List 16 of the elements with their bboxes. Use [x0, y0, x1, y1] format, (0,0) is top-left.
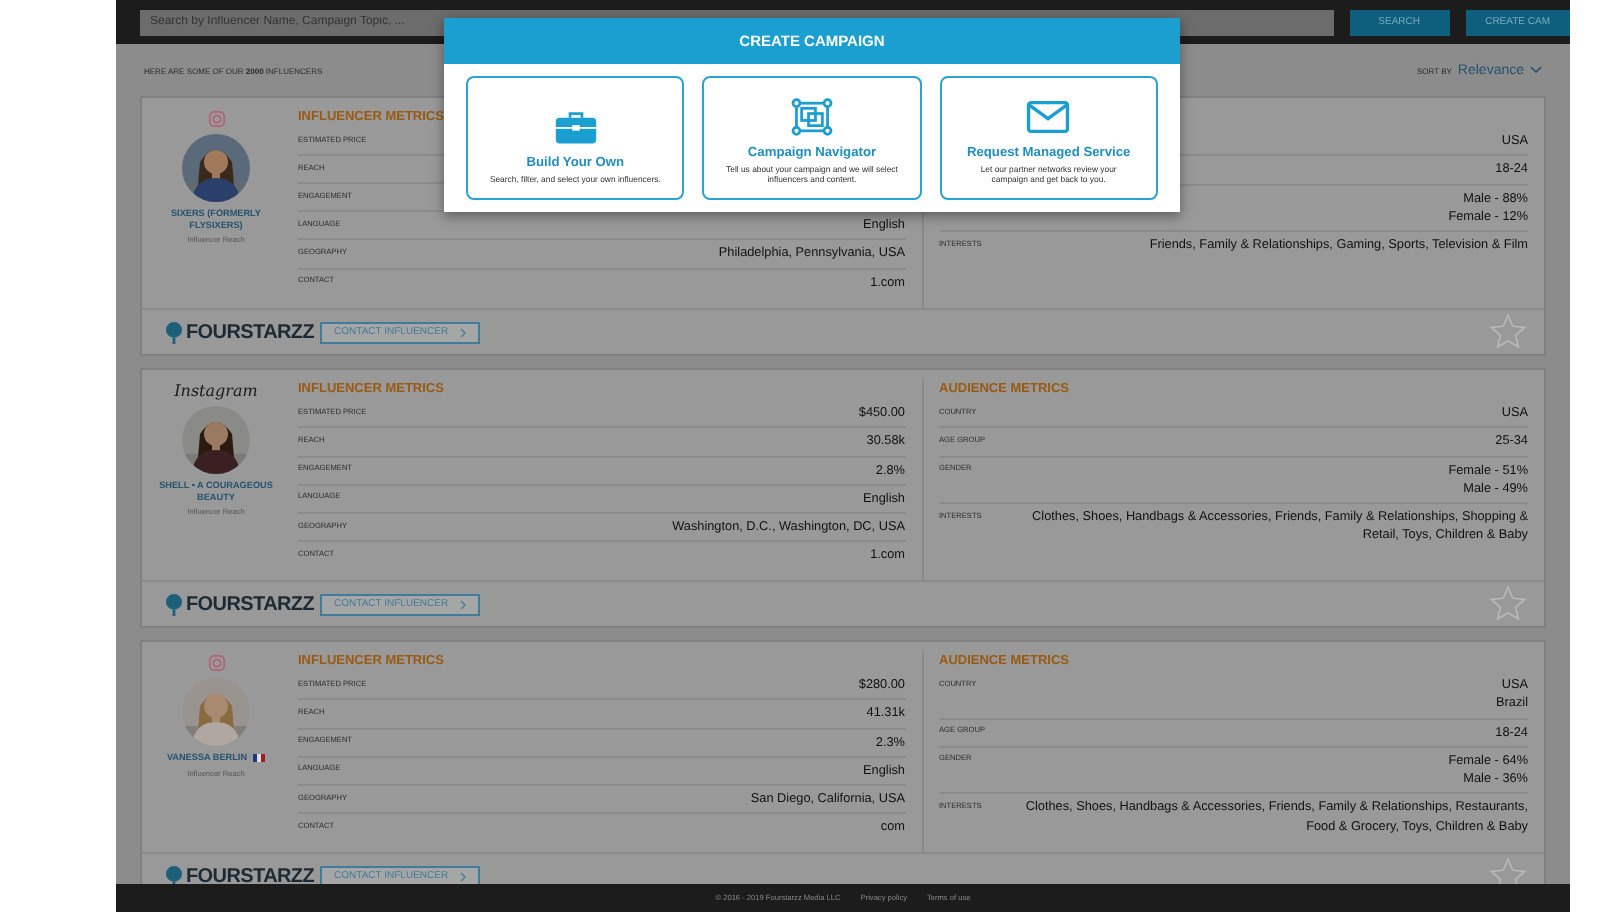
brand-logo: FOURSTARZZ	[166, 865, 315, 884]
brand-logo: FOURSTARZZ	[166, 593, 315, 615]
star-icon[interactable]	[1488, 312, 1528, 352]
briefcase-icon	[553, 108, 598, 147]
envelope-icon	[1026, 97, 1071, 136]
chevron-down-icon	[1530, 66, 1542, 74]
frame-squares-icon	[789, 97, 834, 136]
chevron-right-icon	[460, 599, 467, 609]
camera-icon	[207, 110, 225, 128]
chevron-right-icon	[460, 327, 467, 337]
camera-icon	[207, 654, 225, 672]
star-icon[interactable]	[1488, 856, 1528, 884]
brand-logo: FOURSTARZZ	[166, 321, 315, 343]
platform-logo: Instagram	[174, 382, 258, 400]
star-icon[interactable]	[1488, 584, 1528, 624]
chevron-right-icon	[460, 871, 467, 881]
